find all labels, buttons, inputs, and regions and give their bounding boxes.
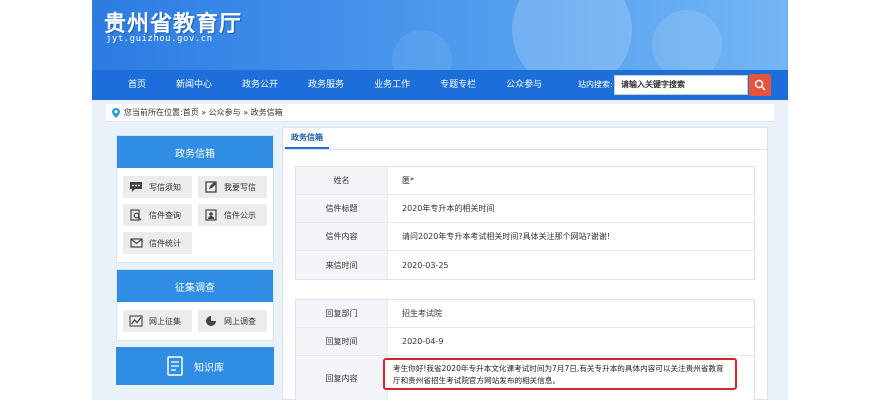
mailbox-title: 政务信箱: [117, 136, 273, 168]
nav-item-home[interactable]: 首页: [92, 70, 161, 100]
user-doc-icon: [204, 209, 218, 221]
nav-item-services[interactable]: 政务服务: [293, 70, 359, 100]
table-row: 回复时间 2020-04-9: [296, 328, 754, 356]
tile-letter-query[interactable]: 信件查询: [123, 204, 192, 226]
nav-item-participation[interactable]: 公众参与: [491, 70, 557, 100]
tile-letter-stats[interactable]: 信件统计: [123, 232, 192, 254]
tile-label: 写信须知: [149, 182, 181, 192]
table-row: 姓名 匿*: [296, 167, 754, 195]
row-label: 来信时间: [296, 251, 388, 279]
letter-table: 姓名 匿* 信件标题 2020年专升本的相关时间 信件内容 请问2020年专升本…: [295, 166, 755, 280]
pie-icon: [204, 315, 218, 327]
knowledge-base-button[interactable]: 知识库: [116, 347, 274, 385]
row-label: 信件标题: [296, 195, 388, 222]
chat-bubble-icon: [129, 181, 143, 193]
tile-letter-publicity[interactable]: 信件公示: [198, 204, 267, 226]
row-value: 2020年专升本的相关时间: [402, 204, 495, 213]
main-nav: 首页 新闻中心 政务公开 政务服务 业务工作 专题专栏 公众参与 站内搜索: 请…: [92, 70, 788, 100]
tile-label: 信件查询: [149, 210, 181, 220]
document-list-icon: [167, 356, 183, 376]
tile-label: 网上调查: [224, 316, 256, 326]
tile-writing-notice[interactable]: 写信须知: [123, 176, 192, 198]
table-row: 信件内容 请问2020年专升本考试相关时间?具体关注那个网站?谢谢!: [296, 223, 754, 251]
site-url: jyt.guizhou.gov.cn: [106, 34, 213, 44]
tile-label: 信件公示: [224, 210, 256, 220]
row-label: 回复时间: [296, 328, 388, 355]
main-tab-bar: 政务信箱: [283, 128, 767, 150]
table-row: 信件标题 2020年专升本的相关时间: [296, 195, 754, 223]
tile-label: 网上征集: [149, 316, 181, 326]
row-value: 匿*: [402, 176, 414, 185]
page: 贵州省教育厅 jyt.guizhou.gov.cn 首页 新闻中心 政务公开 政…: [92, 0, 788, 400]
mailbox-panel: 政务信箱 写信须知 我要写信 信件查询 信件公示 信件统计: [116, 135, 274, 263]
reply-content-highlight: 考生你好!我省2020年专升本文化课考试时间为7月7日,有关专升本的具体内容可以…: [383, 358, 737, 390]
row-value: 2020-04-9: [402, 337, 444, 346]
row-value: 请问2020年专升本考试相关时间?具体关注那个网站?谢谢!: [402, 232, 611, 241]
row-value: 2020-03-25: [402, 260, 449, 270]
nav-item-news[interactable]: 新闻中心: [161, 70, 227, 100]
search-doc-icon: [129, 209, 143, 221]
search-input[interactable]: 请输入关键字搜索: [614, 75, 748, 95]
row-label: 回复内容: [296, 356, 388, 400]
nav-item-public-affairs[interactable]: 政务公开: [227, 70, 293, 100]
survey-panel: 征集调查 网上征集 网上调查: [116, 269, 274, 341]
breadcrumb-text[interactable]: 您当前所在位置:首页 » 公众参与 » 政务信箱: [124, 107, 283, 118]
chart-icon: [129, 315, 143, 327]
row-label: 姓名: [296, 167, 388, 194]
tile-label: 我要写信: [224, 182, 256, 192]
location-pin-icon: [112, 107, 120, 118]
search-label: 站内搜索:: [578, 80, 613, 89]
search-button[interactable]: [749, 74, 771, 96]
table-row: 回复部门 招生考试院: [296, 300, 754, 328]
nav-item-work[interactable]: 业务工作: [359, 70, 425, 100]
row-label: 回复部门: [296, 300, 388, 327]
tile-online-survey[interactable]: 网上调查: [198, 310, 267, 332]
knowledge-base-label: 知识库: [194, 362, 224, 374]
row-value: 招生考试院: [402, 309, 442, 318]
search-icon: [754, 79, 766, 91]
tile-label: 信件统计: [149, 238, 181, 248]
envelope-icon: [129, 237, 143, 249]
edit-icon: [204, 181, 218, 193]
header-banner: 贵州省教育厅 jyt.guizhou.gov.cn: [92, 0, 788, 70]
nav-item-topics[interactable]: 专题专栏: [425, 70, 491, 100]
tile-online-collection[interactable]: 网上征集: [123, 310, 192, 332]
table-row: 来信时间 2020-03-25: [296, 251, 754, 279]
breadcrumb: 您当前所在位置:首页 » 公众参与 » 政务信箱: [106, 104, 774, 122]
sidebar: 政务信箱 写信须知 我要写信 信件查询 信件公示 信件统计 征集调查 网上征集 …: [116, 135, 274, 385]
tile-write-letter[interactable]: 我要写信: [198, 176, 267, 198]
tab-mailbox[interactable]: 政务信箱: [285, 132, 329, 149]
survey-title: 征集调查: [117, 270, 273, 302]
row-label: 信件内容: [296, 223, 388, 250]
